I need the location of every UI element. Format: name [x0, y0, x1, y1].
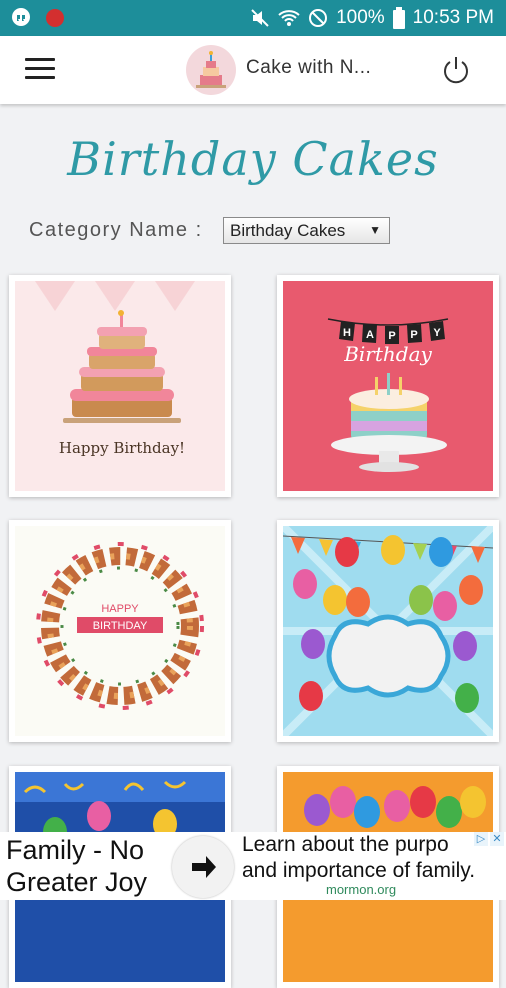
- card-3-wreath-top: HAPPY: [101, 603, 139, 615]
- menu-icon[interactable]: [25, 58, 55, 82]
- card-3-wreath-bottom: BIRTHDAY: [93, 620, 148, 632]
- ad-body-line-2: and importance of family.: [242, 859, 476, 882]
- cake-image-4: [283, 526, 493, 736]
- ad-body: Learn about the purpo and importance of …: [242, 832, 500, 884]
- hangouts-icon: [12, 8, 30, 26]
- cake-image-1: Happy Birthday!: [15, 281, 225, 491]
- app-title: Cake with N...: [246, 57, 372, 78]
- ad-info-icon[interactable]: ▷: [474, 832, 488, 846]
- ad-headline: Family - No Greater Joy: [6, 834, 147, 898]
- cake-card-2[interactable]: H A P P Y Birthday: [277, 275, 499, 497]
- ad-banner[interactable]: Family - No Greater Joy Learn about the …: [0, 832, 506, 900]
- cake-image-3: HAPPY BIRTHDAY: [15, 526, 225, 736]
- app-logo: [186, 45, 236, 95]
- page-heading: Birthday Cakes: [67, 132, 439, 186]
- ad-choices-badge[interactable]: ▷ ✕: [474, 832, 504, 846]
- cake-card-3[interactable]: HAPPY BIRTHDAY: [9, 520, 231, 742]
- banner-letter-5: Y: [433, 327, 441, 339]
- category-label: Category Name :: [29, 219, 203, 241]
- card-2-script: Birthday: [343, 342, 432, 366]
- notification-dot-icon: [46, 9, 64, 27]
- ad-body-line-1: Learn about the purpo: [242, 833, 449, 856]
- arrow-right-icon: [192, 856, 216, 878]
- app-bar: Cake with N...: [0, 36, 506, 104]
- ad-close-icon[interactable]: ✕: [490, 832, 504, 846]
- battery-icon: [392, 7, 405, 29]
- ad-headline-line-2: Greater Joy: [6, 867, 148, 897]
- clock: 10:53 PM: [412, 7, 494, 28]
- category-select[interactable]: Birthday Cakes ▼: [223, 217, 390, 244]
- cake-card-4[interactable]: [277, 520, 499, 742]
- cake-image-2: H A P P Y Birthday: [283, 281, 493, 491]
- cake-card-1[interactable]: Happy Birthday!: [9, 275, 231, 497]
- banner-letter-1: H: [343, 327, 351, 339]
- banner-letter-3: P: [388, 330, 395, 342]
- battery-percent: 100%: [336, 7, 385, 28]
- ad-headline-line-1: Family - No: [6, 835, 145, 865]
- ad-arrow-button[interactable]: [172, 836, 234, 898]
- power-icon[interactable]: [440, 54, 472, 86]
- ad-source: mormon.org: [326, 882, 397, 897]
- banner-letter-4: P: [410, 329, 417, 341]
- banner-letter-2: A: [366, 329, 374, 341]
- do-not-disturb-icon: [309, 9, 328, 27]
- status-bar: 100% 10:53 PM: [0, 0, 506, 36]
- category-select-value: Birthday Cakes: [230, 221, 346, 240]
- dropdown-arrow-icon: ▼: [369, 223, 381, 237]
- wifi-icon: [278, 10, 300, 26]
- mute-icon: [251, 9, 269, 27]
- card-1-caption: Happy Birthday!: [59, 439, 185, 457]
